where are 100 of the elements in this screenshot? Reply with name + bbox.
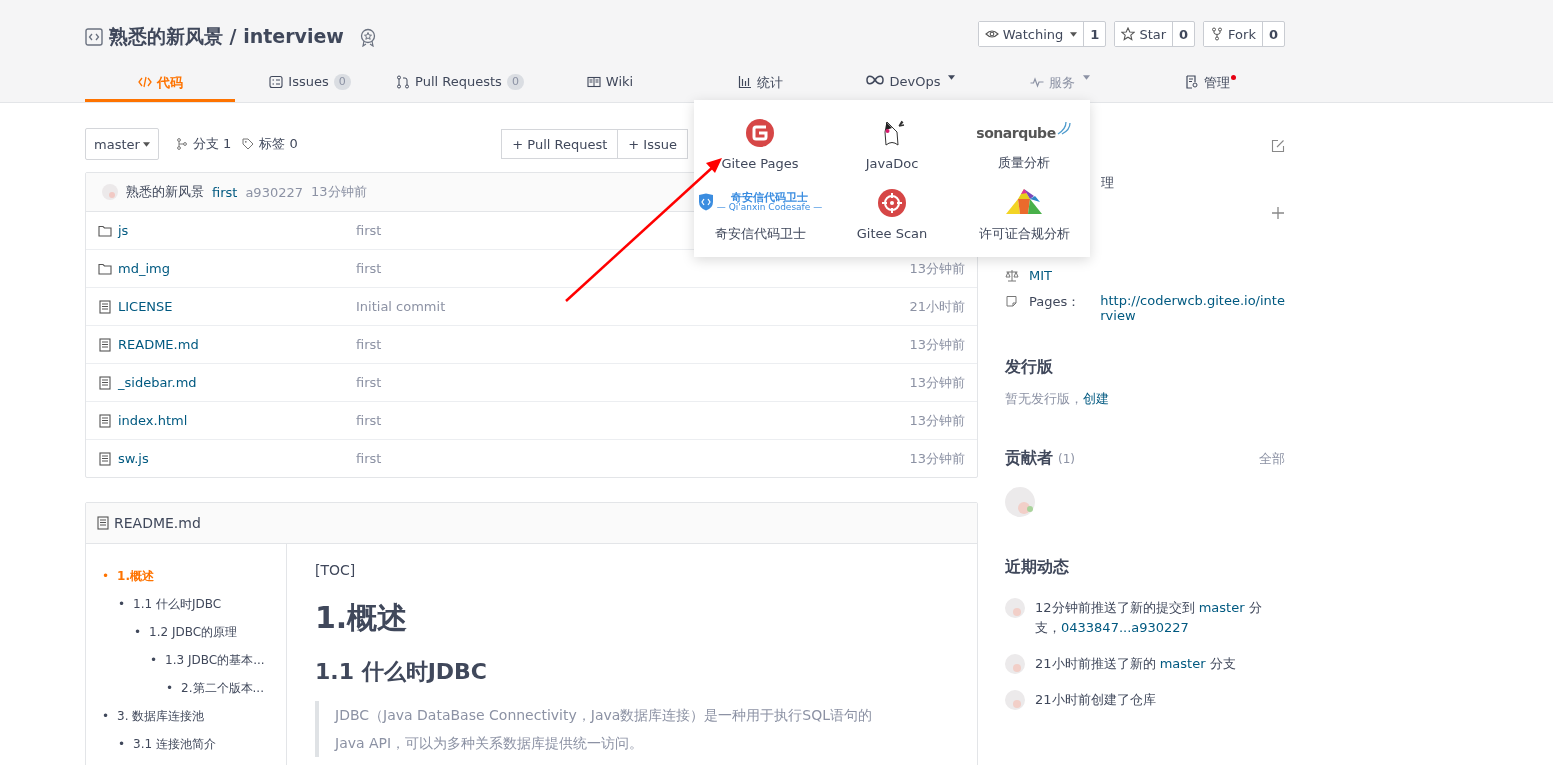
pull-request-icon	[396, 75, 411, 89]
toc-item[interactable]: • 1.1 什么时JDBC	[86, 590, 286, 618]
eye-icon	[984, 27, 999, 41]
edit-icon[interactable]	[1271, 139, 1285, 153]
tags-link[interactable]: 标签 0	[259, 135, 298, 153]
file-time: 13分钟前	[909, 449, 965, 468]
file-name[interactable]: index.html	[118, 413, 188, 428]
avatar	[102, 184, 118, 200]
branch-icon	[175, 138, 188, 150]
avatar	[1005, 654, 1025, 674]
nav-tab[interactable]: Issues 0	[235, 74, 385, 102]
nav-tab[interactable]: DevOps	[835, 74, 985, 102]
action-count[interactable]: 1	[1084, 22, 1106, 46]
repo-icon	[85, 28, 103, 46]
bar-chart-icon	[737, 75, 752, 89]
description-text: 理	[1101, 174, 1114, 192]
document-icon	[1184, 75, 1199, 89]
nav-tab[interactable]: Pull Requests 0	[385, 74, 535, 102]
section-title: 贡献者	[1005, 448, 1053, 469]
file-time: 21小时前	[909, 297, 965, 316]
create-button[interactable]: + Pull Request	[501, 129, 619, 159]
nav-tab[interactable]: Wiki	[535, 74, 685, 102]
avatar	[1005, 690, 1025, 710]
file-icon	[96, 516, 110, 530]
create-release-link[interactable]: 创建	[1083, 391, 1109, 406]
releases-text: 暂无发行版，	[1005, 391, 1083, 406]
file-icon	[98, 413, 112, 428]
file-name[interactable]: sw.js	[118, 451, 149, 466]
create-button[interactable]: + Issue	[617, 129, 688, 159]
file-name[interactable]: LICENSE	[118, 299, 173, 314]
avatar	[1005, 598, 1025, 618]
service-item[interactable]: JavaDoc	[826, 108, 958, 179]
target-icon	[877, 188, 907, 219]
contributor-count: (1)	[1058, 452, 1075, 466]
service-item[interactable]: 奇安信代码卫士 — Qi'anxin Codesafe — 奇安信代码卫士	[694, 178, 826, 249]
file-time: 13分钟前	[909, 259, 965, 278]
infinity-icon	[864, 75, 885, 85]
service-item[interactable]: 许可证合规分析	[958, 178, 1090, 249]
pages-label: Pages：	[1029, 293, 1081, 311]
toc-marker: [TOC]	[315, 562, 357, 578]
star-icon	[1121, 27, 1136, 41]
service-item[interactable]: Gitee Pages	[694, 108, 826, 179]
activity-link[interactable]: master	[1198, 600, 1245, 615]
section-title: 近期动态	[1005, 557, 1070, 578]
file-name[interactable]: _sidebar.md	[118, 375, 197, 390]
repo-title[interactable]: 熟悉的新风景 / interview	[109, 24, 344, 50]
file-name[interactable]: README.md	[118, 337, 199, 352]
gitee-logo-icon	[745, 117, 775, 148]
quote-text: JDBC（Java DataBase Connectivity，Java数据库连接）是一种用于执行SQL语句的Java API，可以为多种关系数据库提供统一访问。	[315, 701, 915, 757]
file-icon	[98, 337, 112, 352]
action-button[interactable]: Watching	[978, 22, 1085, 46]
branches-link[interactable]: 分支 1	[192, 135, 232, 153]
subheading: 1.1 什么时JDBC	[315, 658, 488, 686]
file-time: 13分钟前	[909, 335, 965, 354]
folder-icon	[98, 261, 112, 276]
qianxin-logo: 奇安信代码卫士 — Qi'anxin Codesafe —	[697, 191, 823, 212]
activity-text: 21小时前推送了新的 master 分支	[1035, 655, 1236, 673]
file-time: 13分钟前	[909, 373, 965, 392]
file-icon	[98, 299, 112, 314]
toc-item[interactable]: • 2.第二个版本...	[86, 674, 286, 702]
readme-filename: README.md	[114, 515, 201, 531]
caret-icon	[142, 141, 150, 147]
action-count[interactable]: 0	[1173, 22, 1195, 46]
fork-icon	[1210, 27, 1225, 41]
avatar[interactable]	[1005, 487, 1035, 517]
file-time: 13分钟前	[909, 411, 965, 430]
commit-time: 13分钟前	[311, 183, 367, 201]
pages-url-link[interactable]: http://coderwcb.gitee.io/interview	[1100, 293, 1285, 323]
sonarqube-logo: sonarqube	[976, 121, 1072, 142]
folder-icon	[98, 223, 112, 238]
toc-item[interactable]: • 3.1 连接池简介	[86, 730, 286, 758]
service-item[interactable]: Gitee Scan	[826, 178, 958, 249]
file-name[interactable]: js	[118, 223, 129, 238]
license-link[interactable]: MIT	[1029, 268, 1052, 283]
activity-link[interactable]: master	[1159, 656, 1206, 671]
toc-item[interactable]: • 1.2 JDBC的原理	[86, 618, 286, 646]
commit-message[interactable]: first	[212, 184, 238, 200]
action-button[interactable]: Fork	[1204, 22, 1263, 46]
toc-item[interactable]: • 1.3 JDBC的基本...	[86, 646, 286, 674]
heading: 1.概述	[315, 599, 409, 637]
nav-tab[interactable]: 管理	[1135, 74, 1285, 102]
toc-item[interactable]: • 3. 数据库连接池	[86, 702, 286, 730]
add-icon[interactable]	[1271, 206, 1285, 220]
scale-icon	[1005, 268, 1019, 283]
tag-icon	[242, 138, 255, 150]
book-icon	[586, 75, 601, 89]
file-name[interactable]: md_img	[118, 261, 170, 276]
activity-text: 12分钟前推送了新的提交到 master 分支，0433847...a930227	[1035, 599, 1263, 637]
nav-tab[interactable]: 统计	[685, 74, 835, 102]
commit-author[interactable]: 熟悉的新风景	[126, 183, 204, 201]
branch-select[interactable]: master	[85, 128, 159, 160]
action-count[interactable]: 0	[1262, 22, 1284, 46]
section-title: 发行版	[1005, 357, 1054, 378]
caret-icon	[1070, 31, 1078, 37]
pulse-icon	[1030, 75, 1044, 89]
bookmark-icon	[1005, 295, 1019, 309]
action-button[interactable]: Star	[1115, 22, 1174, 46]
file-icon	[98, 451, 112, 466]
activity-link[interactable]: 0433847...a930227	[1061, 620, 1189, 635]
service-item[interactable]: sonarqube 质量分析	[958, 108, 1090, 179]
